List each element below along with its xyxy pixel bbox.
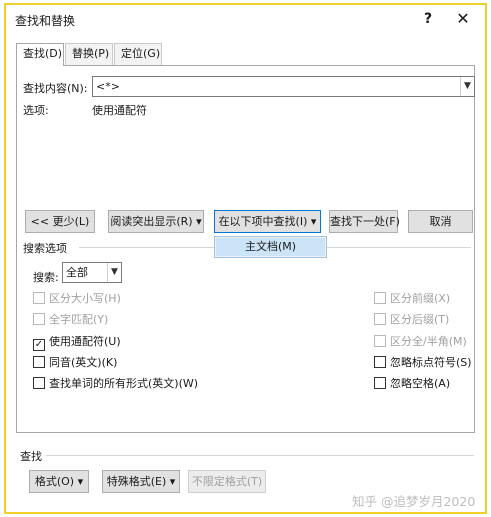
- options-label: 选项:: [23, 104, 49, 117]
- chevron-down-icon[interactable]: ▼: [107, 263, 121, 282]
- watermark: 知乎 @追梦岁月2020: [352, 494, 476, 509]
- special-button[interactable]: 特殊格式(E) ▾: [102, 470, 180, 493]
- tab-find[interactable]: 查找(D): [16, 43, 64, 66]
- menu-item-main-document[interactable]: 主文档(M): [216, 238, 325, 256]
- checkbox-match-prefix[interactable]: 区分前缀(X): [374, 292, 450, 308]
- help-icon[interactable]: ?: [417, 8, 439, 30]
- checkbox-box[interactable]: [33, 356, 45, 368]
- checkbox-all-word-forms[interactable]: 查找单词的所有形式(英文)(W): [33, 377, 198, 393]
- title-bar: 查找和替换 ? ✕: [6, 5, 485, 33]
- checkbox-sounds-like[interactable]: 同音(英文)(K): [33, 356, 117, 372]
- checkbox-box[interactable]: [374, 313, 386, 325]
- checkbox-match-case[interactable]: 区分大小写(H): [33, 292, 121, 308]
- screenshot-frame: 查找和替换 ? ✕ 查找(D) 替换(P) 定位(G) 查找内容(N): <*>…: [4, 3, 487, 514]
- find-replace-dialog: 查找和替换 ? ✕ 查找(D) 替换(P) 定位(G) 查找内容(N): <*>…: [6, 5, 485, 512]
- find-what-input[interactable]: <*> ▼: [92, 76, 475, 97]
- checkbox-box[interactable]: [33, 377, 45, 389]
- find-section-heading: 查找: [20, 450, 42, 463]
- find-what-value: <*>: [96, 80, 120, 93]
- checkbox-whole-word[interactable]: 全字匹配(Y): [33, 313, 108, 329]
- checkbox-full-half-width[interactable]: 区分全/半角(M): [374, 335, 467, 351]
- find-in-button[interactable]: 在以下项中查找(I) ▾: [214, 210, 321, 233]
- format-button[interactable]: 格式(O) ▾: [29, 470, 89, 493]
- check-icon[interactable]: ✓: [33, 339, 45, 351]
- options-value: 使用通配符: [92, 104, 147, 117]
- find-what-label: 查找内容(N):: [23, 82, 88, 95]
- tab-replace[interactable]: 替换(P): [65, 43, 113, 65]
- checkbox-box[interactable]: [374, 356, 386, 368]
- find-section-divider: [46, 455, 474, 456]
- search-direction-label: 搜索:: [33, 271, 59, 284]
- cancel-button[interactable]: 取消: [408, 210, 473, 233]
- checkbox-use-wildcards[interactable]: ✓ 使用通配符(U): [33, 335, 121, 351]
- checkbox-box[interactable]: [374, 377, 386, 389]
- search-direction-value: 全部: [66, 266, 88, 279]
- window-title: 查找和替换: [15, 14, 76, 28]
- checkbox-box[interactable]: [374, 292, 386, 304]
- reading-highlight-button[interactable]: 阅读突出显示(R) ▾: [108, 210, 204, 233]
- checkbox-box[interactable]: [374, 335, 386, 347]
- close-icon[interactable]: ✕: [452, 8, 474, 30]
- search-direction-select[interactable]: 全部 ▼: [62, 262, 122, 283]
- no-format-button[interactable]: 不限定格式(T): [188, 470, 266, 493]
- checkbox-box[interactable]: [33, 292, 45, 304]
- less-button[interactable]: << 更少(L): [25, 210, 95, 233]
- chevron-down-icon[interactable]: ▼: [460, 77, 474, 96]
- find-in-menu: 主文档(M): [214, 236, 327, 258]
- checkbox-box[interactable]: [33, 313, 45, 325]
- tab-goto[interactable]: 定位(G): [114, 43, 162, 65]
- checkbox-match-suffix[interactable]: 区分后缀(T): [374, 313, 449, 329]
- search-options-heading: 搜索选项: [23, 242, 67, 255]
- checkbox-ignore-punctuation[interactable]: 忽略标点符号(S): [374, 356, 472, 372]
- checkbox-ignore-whitespace[interactable]: 忽略空格(A): [374, 377, 450, 393]
- find-next-button[interactable]: 查找下一处(F): [329, 210, 400, 233]
